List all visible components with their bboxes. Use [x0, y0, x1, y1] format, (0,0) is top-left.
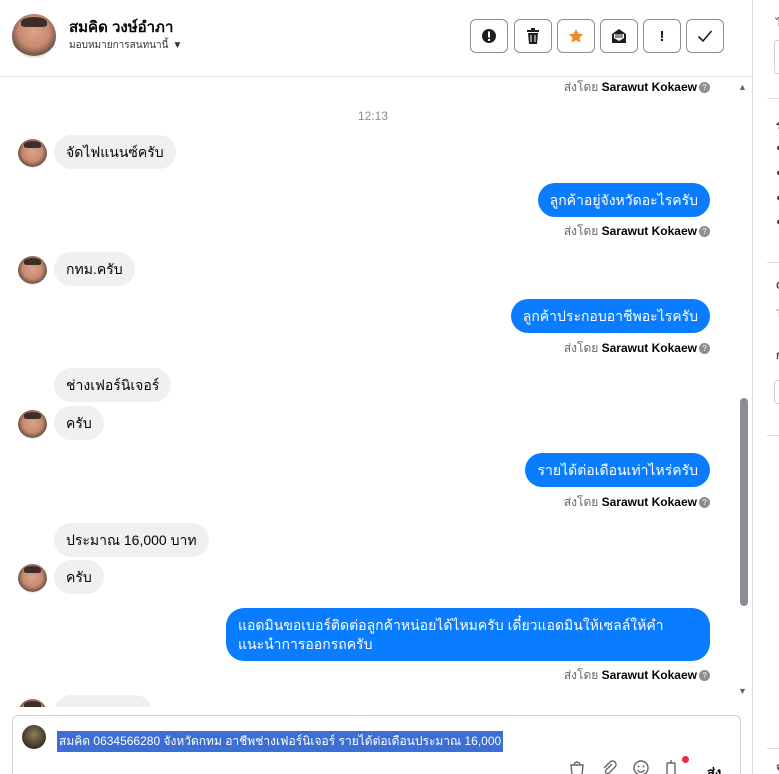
sent-by-line: ส่งโดย Sarawut Kokaew? — [564, 666, 710, 685]
paperclip-icon[interactable] — [600, 760, 618, 774]
help-icon[interactable]: ? — [699, 343, 710, 354]
panel-divider — [767, 748, 779, 749]
caret-down-icon: ▼ — [172, 40, 183, 51]
sent-by-line: ส่งโดย Sarawut Kokaew? — [564, 222, 710, 241]
contact-avatar-small — [18, 699, 47, 707]
envelope-icon — [612, 29, 626, 43]
incoming-message-partial[interactable] — [54, 695, 152, 707]
contact-avatar-small — [18, 139, 47, 168]
message-list[interactable]: ส่งโดย Sarawut Kokaew? 12:13 จัดไฟแนนซ์ค… — [0, 77, 735, 707]
alert-circle-icon — [482, 29, 496, 43]
panel-divider — [767, 262, 779, 263]
panel-divider — [767, 98, 779, 99]
outgoing-message[interactable]: ลูกค้าประกอบอาชีพอะไรครับ — [510, 299, 710, 333]
panel-field[interactable] — [774, 40, 779, 74]
help-icon[interactable]: ? — [699, 82, 710, 93]
scroll-up-arrow-icon[interactable]: ▲ — [738, 82, 747, 92]
incoming-message[interactable]: ประมาณ 16,000 บาท — [54, 523, 209, 557]
incoming-message[interactable]: ครับ — [54, 406, 104, 440]
contact-avatar-small — [18, 564, 47, 593]
notification-dot — [682, 756, 689, 763]
composer-input-text[interactable]: สมคิด 0634566280 จังหวัดกทม อาชีพช่างเฟอ… — [57, 731, 504, 752]
help-icon[interactable]: ? — [699, 497, 710, 508]
outgoing-message[interactable]: ลูกค้าอยู่จังหวัดอะไรครับ — [537, 183, 710, 217]
timestamp: 12:13 — [357, 109, 389, 123]
sent-by-line: ส่งโดย Sarawut Kokaew? — [564, 493, 710, 512]
help-icon[interactable]: ? — [699, 226, 710, 237]
exclamation-icon: ! — [659, 27, 665, 45]
sent-by-line: ส่งโดย Sarawut Kokaew? — [564, 78, 710, 97]
scroll-down-arrow-icon[interactable]: ▼ — [738, 686, 747, 696]
assign-conversation-dropdown[interactable]: มอบหมายการสนทนานี้ ▼ — [69, 38, 182, 53]
mark-unread-button[interactable] — [600, 19, 638, 53]
composer-toolbar — [568, 760, 678, 774]
incoming-message[interactable]: จัดไฟแนนซ์ครับ — [54, 135, 176, 169]
sent-by-line: ส่งโดย Sarawut Kokaew? — [564, 339, 710, 358]
spam-button[interactable] — [470, 19, 508, 53]
contact-avatar-small — [18, 256, 47, 285]
help-icon[interactable]: ? — [699, 670, 710, 681]
contact-avatar[interactable] — [12, 14, 56, 58]
mark-done-button[interactable] — [686, 19, 724, 53]
incoming-message[interactable]: กทม.ครับ — [54, 252, 135, 286]
star-icon — [568, 29, 584, 43]
panel-divider — [767, 435, 779, 436]
contact-name[interactable]: สมคิด วงษ์อำภา — [69, 15, 173, 39]
incoming-message[interactable]: ช่างเฟอร์นิเจอร์ — [54, 368, 172, 402]
follow-up-button[interactable]: ! — [643, 19, 681, 53]
conversation-header: สมคิด วงษ์อำภา มอบหมายการสนทนานี้ ▼ ! — [0, 0, 752, 77]
assign-label: มอบหมายการสนทนานี้ — [69, 40, 169, 51]
details-panel: ไ ร ● ● ● ● C T ก จ — [752, 0, 779, 774]
star-button[interactable] — [557, 19, 595, 53]
page-avatar — [22, 725, 46, 749]
bag-icon[interactable] — [568, 760, 586, 774]
outgoing-message[interactable]: รายได้ต่อเดือนเท่าไหร่ครับ — [525, 453, 710, 487]
contact-avatar-small — [18, 410, 47, 439]
outgoing-message[interactable]: แอดมินขอเบอร์ติดต่อลูกค้าหน่อยได้ไหมครับ… — [226, 608, 710, 661]
incoming-message[interactable]: ครับ — [54, 560, 104, 594]
send-button[interactable]: ส่ง — [707, 762, 721, 774]
check-icon — [697, 30, 713, 43]
trash-icon — [527, 28, 539, 44]
panel-field[interactable] — [774, 380, 779, 404]
delete-button[interactable] — [514, 19, 552, 53]
emoji-icon[interactable] — [632, 760, 650, 774]
bot-icon[interactable] — [664, 760, 678, 774]
message-composer[interactable]: สมคิด 0634566280 จังหวัดกทม อาชีพช่างเฟอ… — [12, 715, 741, 774]
scrollbar-thumb[interactable] — [740, 398, 748, 606]
